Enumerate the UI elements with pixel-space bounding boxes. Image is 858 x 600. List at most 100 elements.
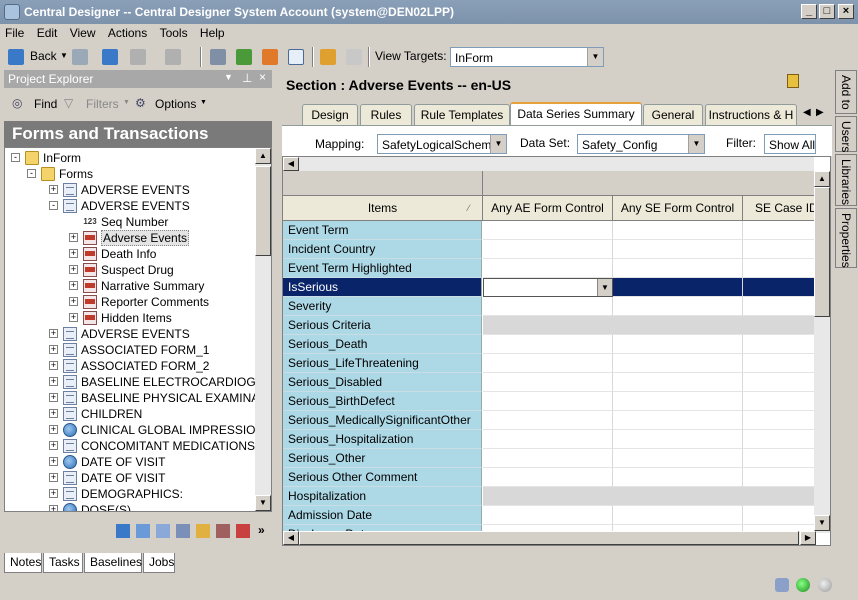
grid-cell[interactable] — [743, 468, 814, 487]
item-cell[interactable]: Serious Criteria — [283, 316, 482, 335]
expand-icon[interactable]: + — [49, 441, 58, 450]
redo-icon[interactable] — [165, 49, 181, 65]
grid-cell[interactable] — [483, 449, 613, 468]
grid-cell[interactable] — [743, 430, 814, 449]
item-cell[interactable]: Serious Other Comment — [283, 468, 482, 487]
item-cell[interactable]: Serious_Death — [283, 335, 482, 354]
grid-cell[interactable] — [743, 297, 814, 316]
item-cell[interactable]: Admission Date — [283, 506, 482, 525]
item-cell[interactable]: Serious_Disabled — [283, 373, 482, 392]
undo-icon[interactable] — [130, 49, 146, 65]
rules-icon[interactable] — [216, 524, 230, 538]
scroll-left-icon[interactable]: ◀ — [283, 157, 299, 171]
layout-icon[interactable] — [196, 524, 210, 538]
expand-icon[interactable]: + — [69, 281, 78, 290]
filters-button[interactable]: Filters — [86, 97, 119, 111]
find-button[interactable]: Find — [34, 97, 57, 111]
menu-help[interactable]: Help — [195, 24, 229, 40]
expand-icon[interactable]: + — [49, 473, 58, 482]
filters-dropdown-icon[interactable]: ▼ — [123, 99, 130, 106]
item-cell[interactable]: Serious_MedicallySignificantOther — [283, 411, 482, 430]
chevron-down-icon[interactable]: ▼ — [490, 135, 506, 153]
chevron-down-icon[interactable]: ▼ — [688, 135, 704, 153]
expand-icon[interactable]: + — [49, 329, 58, 338]
expand-icon[interactable]: + — [49, 425, 58, 434]
menu-file[interactable]: File — [0, 24, 28, 40]
expand-icon[interactable]: + — [49, 489, 58, 498]
copy-icon[interactable] — [210, 49, 226, 65]
grid-cell[interactable] — [613, 240, 743, 259]
grid-cell[interactable] — [613, 392, 743, 411]
expand-icon[interactable]: + — [49, 505, 58, 511]
grid-cell[interactable] — [743, 487, 814, 506]
expand-icon[interactable]: + — [49, 185, 58, 194]
grid-cell[interactable] — [743, 221, 814, 240]
grid-cell[interactable] — [483, 240, 613, 259]
scroll-up-icon[interactable]: ▲ — [255, 148, 271, 164]
tab-add-to[interactable]: Add to — [835, 70, 857, 114]
item-cell[interactable]: Event Term Highlighted — [283, 259, 482, 278]
grid-cell[interactable] — [483, 373, 613, 392]
menu-edit[interactable]: Edit — [32, 24, 62, 40]
grid-cell[interactable] — [743, 354, 814, 373]
grid-cell[interactable] — [483, 221, 613, 240]
collapse-icon[interactable]: - — [49, 201, 58, 210]
expand-icon[interactable]: + — [69, 297, 78, 306]
eraser-icon[interactable] — [236, 524, 250, 538]
table-row[interactable]: Serious_Disabled — [283, 373, 814, 392]
expand-icon[interactable]: + — [49, 409, 58, 418]
grid-cell[interactable] — [483, 297, 613, 316]
grid-cell[interactable] — [613, 411, 743, 430]
menu-view[interactable]: View — [65, 24, 100, 40]
up-arrow-icon[interactable] — [102, 49, 118, 65]
expand-icon[interactable]: + — [49, 345, 58, 354]
options-button[interactable]: Options — [155, 97, 196, 111]
column-header-ae[interactable]: Any AE Form Control — [483, 196, 613, 220]
back-arrow-icon[interactable] — [8, 49, 24, 65]
dataset-select[interactable]: Safety_Config ▼ — [577, 134, 705, 154]
tab-jobs[interactable]: Jobs — [143, 553, 175, 573]
home-icon[interactable] — [320, 49, 336, 65]
grid-cell[interactable] — [613, 354, 743, 373]
grid-cell[interactable] — [743, 506, 814, 525]
scroll-left-icon[interactable]: ◀ — [283, 531, 299, 545]
tab-rules[interactable]: Rules — [360, 104, 412, 125]
tab-scroll-left-icon[interactable]: ◀ — [803, 107, 811, 118]
close-panel-icon[interactable]: × — [259, 70, 266, 84]
table-row[interactable]: Severity — [283, 297, 814, 316]
grid-cell[interactable] — [743, 335, 814, 354]
pin-icon[interactable]: ⊥ — [242, 71, 252, 85]
table-row[interactable]: Incident Country — [283, 240, 814, 259]
collapse-icon[interactable]: - — [27, 169, 36, 178]
item-cell[interactable]: Serious_BirthDefect — [283, 392, 482, 411]
grid-cell[interactable]: ▼ — [483, 278, 613, 297]
grid-cell[interactable] — [613, 335, 743, 354]
scroll-down-icon[interactable]: ▼ — [255, 495, 271, 511]
tab-design[interactable]: Design — [302, 104, 358, 125]
menu-tools[interactable]: Tools — [155, 24, 192, 40]
grid-cell[interactable] — [483, 259, 613, 278]
scroll-right-icon[interactable]: ▶ — [800, 531, 816, 545]
table-row[interactable]: Event Term Highlighted — [283, 259, 814, 278]
chevron-down-icon[interactable]: ▼ — [597, 279, 612, 296]
view-icon[interactable] — [116, 524, 130, 538]
package-icon[interactable] — [262, 49, 278, 65]
item-cell[interactable]: Serious_Hospitalization — [283, 430, 482, 449]
scroll-down-icon[interactable]: ▼ — [814, 515, 830, 531]
tab-data-series-summary[interactable]: Data Series Summary — [510, 102, 642, 126]
back-dropdown-icon[interactable]: ▼ — [60, 46, 68, 66]
expand-icon[interactable]: + — [49, 377, 58, 386]
grid-cell[interactable] — [743, 240, 814, 259]
grid-cell[interactable] — [483, 392, 613, 411]
grid-cell[interactable] — [613, 430, 743, 449]
lock-icon[interactable] — [787, 74, 799, 88]
column-header-se[interactable]: Any SE Form Control — [613, 196, 743, 220]
grid-hscrollbar[interactable]: ◀ ▶ — [283, 531, 816, 545]
item-cell[interactable]: Serious_Other — [283, 449, 482, 468]
expand-icon[interactable]: + — [69, 313, 78, 322]
grid-top-scrollbar[interactable]: ◀ — [283, 157, 814, 171]
grid-cell[interactable] — [613, 468, 743, 487]
grid-cell[interactable] — [613, 487, 743, 506]
grid-cell[interactable] — [613, 506, 743, 525]
expand-icon[interactable]: + — [69, 233, 78, 242]
